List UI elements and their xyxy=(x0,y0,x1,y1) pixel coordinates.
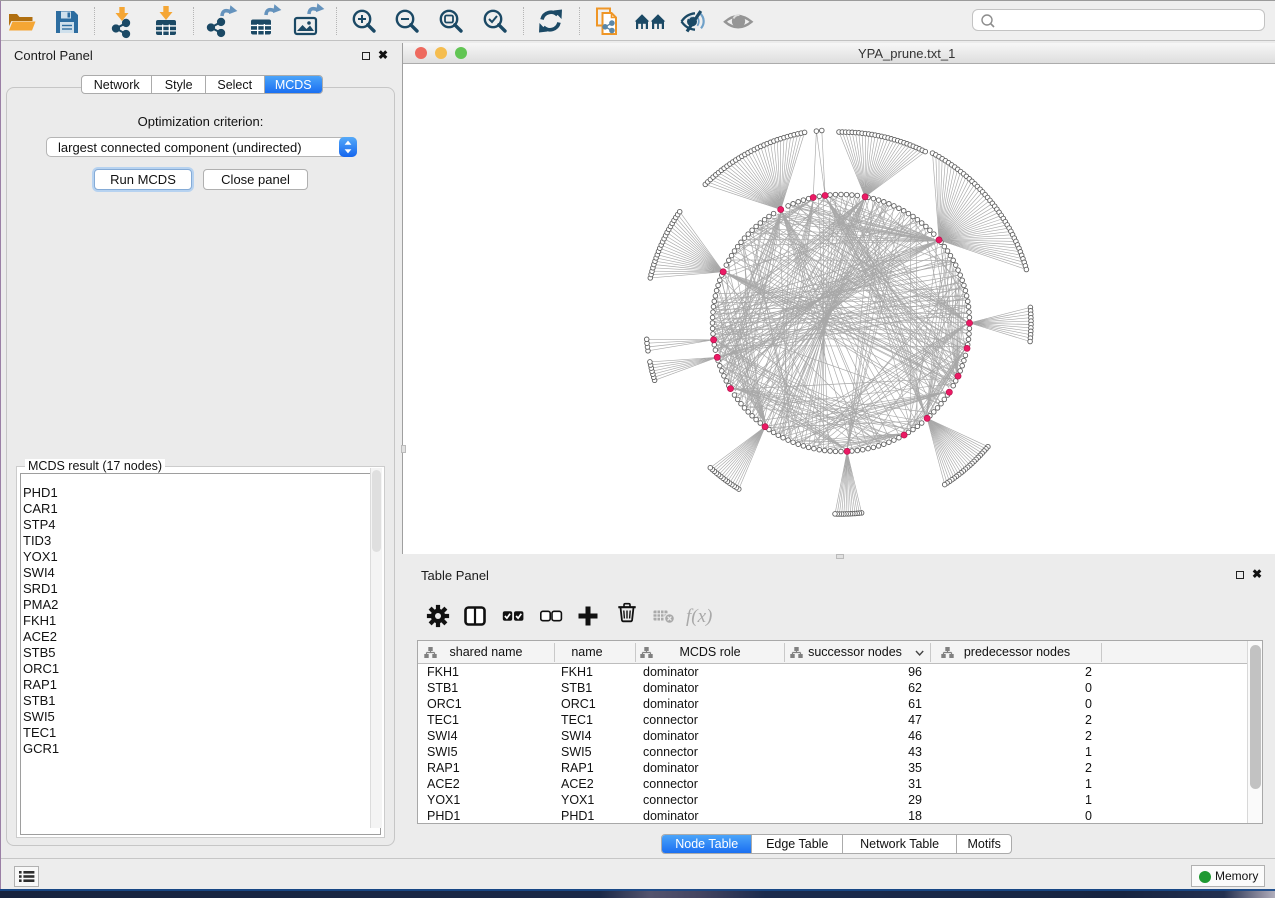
svg-text:f(x): f(x) xyxy=(686,606,712,627)
